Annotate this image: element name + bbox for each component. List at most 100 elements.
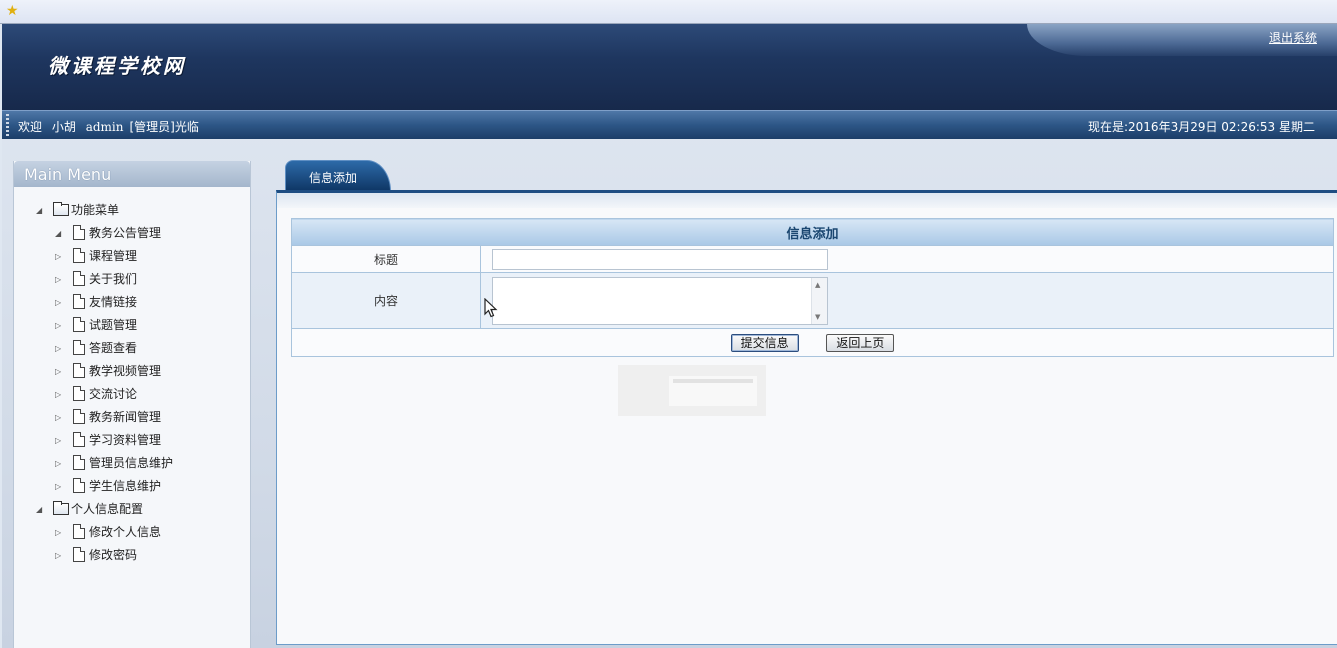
placeholder-bar — [673, 379, 753, 383]
collapsed-arrow-icon[interactable]: ▷ — [55, 406, 65, 429]
sidebar-item-label: 答题查看 — [89, 341, 138, 355]
panel-header-strip — [277, 193, 1337, 208]
folder-icon — [53, 202, 69, 216]
title-row: 标题 — [291, 245, 1334, 273]
sidebar-item[interactable]: ◢ 教务公告管理 — [14, 222, 250, 245]
welcome-text: 欢迎 小胡 admin [管理员]光临 — [18, 118, 205, 135]
info-bar: 欢迎 小胡 admin [管理员]光临 现在是:2016年3月29日 02:26:… — [2, 110, 1337, 139]
expanded-arrow-icon[interactable]: ◢ — [55, 222, 65, 245]
sidebar-item[interactable]: ▷ 教学视频管理 — [14, 360, 250, 383]
sidebar-item[interactable]: ▷ 关于我们 — [14, 268, 250, 291]
site-title: 微课程学校网 — [48, 54, 186, 78]
sidebar-item-label: 修改个人信息 — [89, 525, 162, 539]
current-datetime: 现在是:2016年3月29日 02:26:53 星期二 — [1087, 120, 1315, 134]
user-account: admin — [85, 120, 124, 134]
content-row: 内容 ▲ ▼ — [291, 272, 1334, 329]
collapsed-arrow-icon[interactable]: ▷ — [55, 521, 65, 544]
content-cell: ▲ ▼ — [480, 272, 1334, 329]
sidebar-item-label: 友情链接 — [89, 295, 138, 309]
collapsed-arrow-icon[interactable]: ▷ — [55, 268, 65, 291]
sidebar-item[interactable]: ▷ 修改密码 — [14, 544, 250, 567]
file-icon — [73, 432, 85, 447]
sidebar-item[interactable]: ▷ 管理员信息维护 — [14, 452, 250, 475]
collapsed-arrow-icon[interactable]: ▷ — [55, 429, 65, 452]
file-icon — [73, 386, 85, 401]
scroll-up-icon[interactable]: ▲ — [815, 281, 820, 289]
grip-handle-icon — [6, 114, 9, 136]
app-frame: 微课程学校网 退出系统 欢迎 小胡 admin [管理员]光临 现在是:2016年… — [2, 24, 1337, 648]
file-icon — [73, 478, 85, 493]
content-panel: 信息添加 标题 内容 ▲ ▼ 提交信息 返回上页 — [276, 190, 1337, 645]
sidebar-item-label: 交流讨论 — [89, 387, 138, 401]
form-caption: 信息添加 — [291, 218, 1334, 246]
sidebar-item-label: 教务公告管理 — [89, 226, 162, 240]
sidebar-item-label: 教学视频管理 — [89, 364, 162, 378]
collapsed-arrow-icon[interactable]: ▷ — [55, 452, 65, 475]
collapsed-arrow-icon[interactable]: ▷ — [55, 475, 65, 498]
mouse-cursor-icon — [484, 298, 498, 318]
content-textarea[interactable]: ▲ ▼ — [492, 276, 828, 325]
title-label: 标题 — [291, 245, 481, 273]
sidebar-item[interactable]: ▷ 学生信息维护 — [14, 475, 250, 498]
collapsed-arrow-icon[interactable]: ▷ — [55, 245, 65, 268]
textarea-scrollbar[interactable]: ▲ ▼ — [811, 277, 827, 324]
collapsed-arrow-icon[interactable]: ▷ — [55, 337, 65, 360]
sidebar-item-label: 学习资料管理 — [89, 433, 162, 447]
expanded-arrow-icon[interactable]: ◢ — [36, 199, 46, 222]
button-cell: 提交信息 返回上页 — [291, 328, 1334, 357]
tab-info-add[interactable]: 信息添加 — [285, 160, 425, 193]
button-row: 提交信息 返回上页 — [291, 328, 1334, 357]
collapsed-arrow-icon[interactable]: ▷ — [55, 314, 65, 337]
content-label: 内容 — [291, 272, 481, 329]
logout-link[interactable]: 退出系统 — [1269, 29, 1317, 46]
sidebar-item-label: 学生信息维护 — [89, 479, 162, 493]
placeholder-box — [618, 365, 766, 416]
file-icon — [73, 340, 85, 355]
back-button[interactable]: 返回上页 — [826, 333, 895, 352]
file-icon — [73, 409, 85, 424]
expanded-arrow-icon[interactable]: ◢ — [36, 498, 46, 521]
sidebar-item[interactable]: ▷ 学习资料管理 — [14, 429, 250, 452]
sidebar-item[interactable]: ▷ 交流讨论 — [14, 383, 250, 406]
sidebar-item[interactable]: ▷ 修改个人信息 — [14, 521, 250, 544]
favorites-star-icon[interactable]: ★ — [6, 3, 19, 19]
menu-group-label: 功能菜单 — [71, 203, 120, 217]
welcome-suffix: 光临 — [174, 120, 199, 134]
sidebar-item-label: 修改密码 — [89, 548, 138, 562]
sidebar-item[interactable]: ▷ 教务新闻管理 — [14, 406, 250, 429]
menu-group[interactable]: ◢ 个人信息配置 — [14, 498, 250, 521]
browser-top-strip: ★ — [0, 0, 1337, 24]
sidebar-item-label: 课程管理 — [89, 249, 138, 263]
sidebar-item-label: 试题管理 — [89, 318, 138, 332]
welcome-prefix: 欢迎 — [18, 120, 43, 134]
sidebar-item[interactable]: ▷ 试题管理 — [14, 314, 250, 337]
title-input[interactable] — [492, 248, 828, 270]
sidebar-item[interactable]: ▷ 友情链接 — [14, 291, 250, 314]
user-role: [管理员] — [129, 120, 175, 134]
file-icon — [73, 455, 85, 470]
file-icon — [73, 271, 85, 286]
file-icon — [73, 524, 85, 539]
file-icon — [73, 248, 85, 263]
collapsed-arrow-icon[interactable]: ▷ — [55, 383, 65, 406]
folder-icon — [53, 501, 69, 515]
file-icon — [73, 547, 85, 562]
sidebar-menu: Main Menu ◢ 功能菜单 ◢ 教务公告管理 ▷ 课程管理 ▷ 关于我们 ▷ 友情链接 ▷ 试题… — [13, 161, 251, 648]
menu-group-label: 个人信息配置 — [71, 502, 144, 516]
collapsed-arrow-icon[interactable]: ▷ — [55, 360, 65, 383]
collapsed-arrow-icon[interactable]: ▷ — [55, 291, 65, 314]
menu-tree: ◢ 功能菜单 ◢ 教务公告管理 ▷ 课程管理 ▷ 关于我们 ▷ 友情链接 ▷ 试题管理 ▷ 答题查看 ▷ 教学… — [14, 199, 250, 567]
sidebar-item-label: 关于我们 — [89, 272, 138, 286]
sidebar-title: Main Menu — [14, 161, 250, 187]
sidebar-item-label: 教务新闻管理 — [89, 410, 162, 424]
scroll-down-icon[interactable]: ▼ — [815, 313, 820, 321]
collapsed-arrow-icon[interactable]: ▷ — [55, 544, 65, 567]
submit-button[interactable]: 提交信息 — [730, 333, 799, 352]
info-add-form: 信息添加 标题 内容 ▲ ▼ 提交信息 返回上页 — [291, 218, 1334, 357]
file-icon — [73, 225, 85, 240]
sidebar-item[interactable]: ▷ 答题查看 — [14, 337, 250, 360]
sidebar-item[interactable]: ▷ 课程管理 — [14, 245, 250, 268]
menu-group[interactable]: ◢ 功能菜单 — [14, 199, 250, 222]
tab-label: 信息添加 — [309, 171, 358, 185]
file-icon — [73, 317, 85, 332]
